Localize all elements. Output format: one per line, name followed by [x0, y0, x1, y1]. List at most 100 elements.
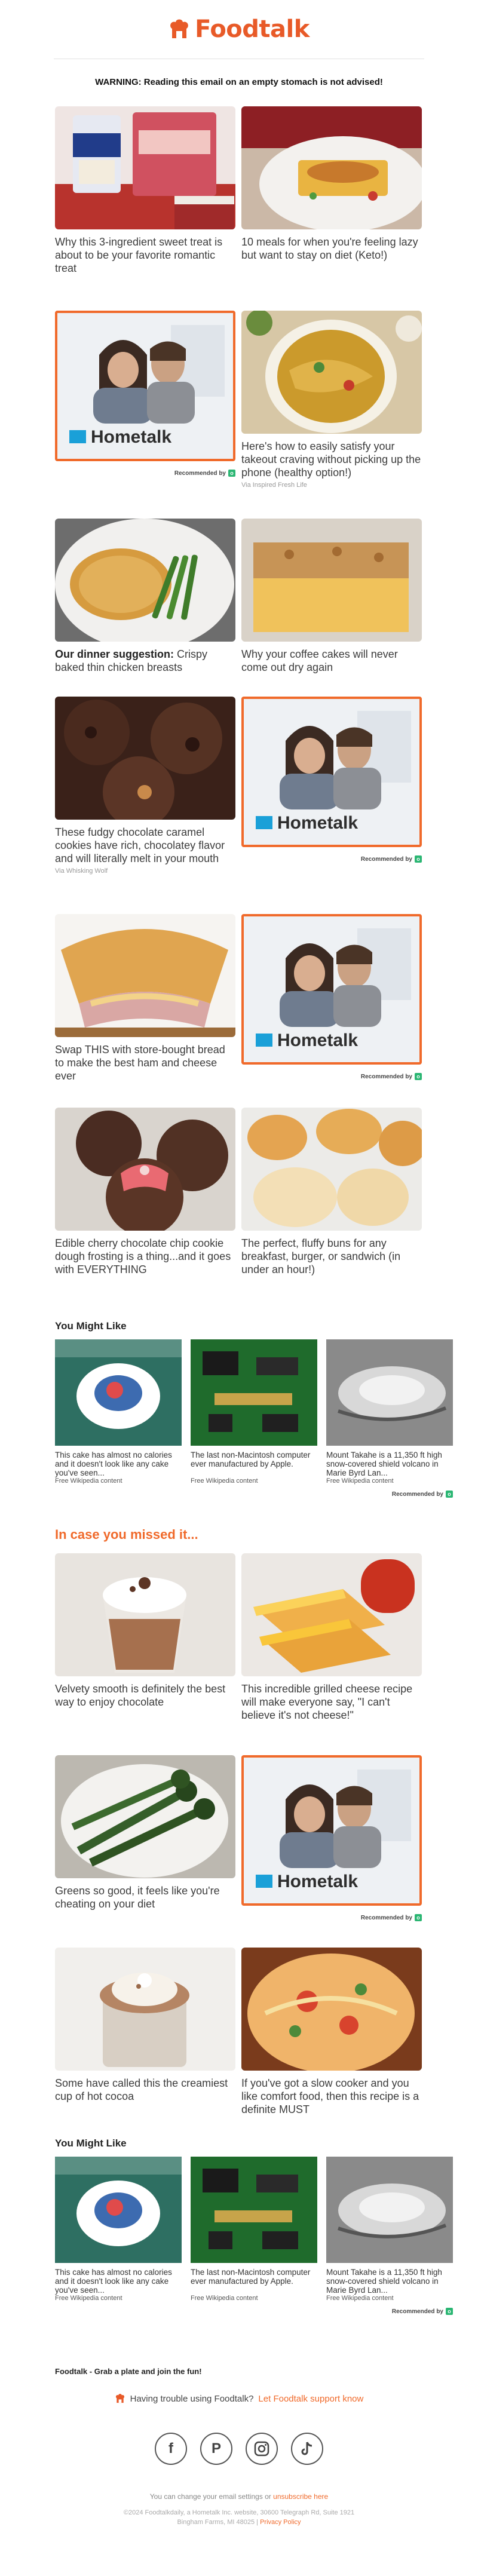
sponsored-image[interactable] — [55, 2157, 182, 2263]
missed-row-2: Greens so good, it feels like you're che… — [55, 1755, 422, 1921]
sponsored-source: Free Wikipedia content — [326, 2295, 394, 2302]
article-title[interactable]: Velvety smooth is definitely the best wa… — [55, 1682, 235, 1709]
hometalk-ad[interactable]: Hometalk Recommended by o — [241, 914, 422, 1082]
sponsored-image[interactable] — [326, 1339, 453, 1446]
sponsored-title[interactable]: This cake has almost no calories and it … — [55, 2268, 182, 2295]
article-image[interactable] — [55, 697, 235, 820]
you-might-like-title: You Might Like — [55, 1320, 127, 1332]
article-card[interactable]: Swap THIS with store-bought bread to mak… — [55, 914, 235, 1082]
article-card[interactable]: Some have called this the creamiest cup … — [55, 1948, 235, 2116]
article-image[interactable] — [55, 1948, 235, 2071]
sponsored-image[interactable] — [55, 1339, 182, 1446]
pinterest-icon[interactable]: P — [200, 2433, 232, 2465]
article-title[interactable]: Why your coffee cakes will never come ou… — [241, 648, 422, 674]
article-title[interactable]: Why this 3-ingredient sweet treat is abo… — [55, 235, 235, 275]
recommended-by[interactable]: Recommended by o — [241, 1073, 422, 1080]
header: Foodtalk — [0, 0, 478, 59]
hometalk-ad[interactable]: Hometalk Recommended by o — [241, 1755, 422, 1921]
article-row-1: Why this 3-ingredient sweet treat is abo… — [55, 106, 422, 275]
article-title[interactable]: 10 meals for when you're feeling lazy bu… — [241, 235, 422, 262]
facebook-icon[interactable]: f — [155, 2433, 187, 2465]
recommended-by[interactable]: Recommended by o — [241, 855, 422, 863]
sponsored-title[interactable]: The last non-Macintosh computer ever man… — [191, 2268, 317, 2295]
article-image[interactable] — [241, 311, 422, 434]
ad-image[interactable]: Hometalk — [241, 1755, 422, 1906]
missed-row-3: Some have called this the creamiest cup … — [55, 1948, 422, 2116]
article-image[interactable] — [241, 1948, 422, 2071]
sponsored-item[interactable]: Mount Takahe is a 11,350 ft high snow-co… — [326, 2157, 453, 2302]
recommended-by[interactable]: Recommended by o — [241, 1914, 422, 1921]
chef-hat-icon — [170, 19, 189, 38]
article-image[interactable] — [241, 1108, 422, 1231]
article-card[interactable]: Edible cherry chocolate chip cookie doug… — [55, 1108, 235, 1276]
chef-hat-icon — [115, 2394, 124, 2403]
email-settings-line: You can change your email settings or un… — [0, 2492, 478, 2501]
sponsored-item[interactable]: Mount Takahe is a 11,350 ft high snow-co… — [326, 1339, 453, 1485]
article-image[interactable] — [55, 1755, 235, 1878]
sponsored-title[interactable]: Mount Takahe is a 11,350 ft high snow-co… — [326, 1450, 453, 1477]
article-title[interactable]: If you've got a slow cooker and you like… — [241, 2077, 422, 2116]
sponsored-item[interactable]: This cake has almost no calories and it … — [55, 1339, 182, 1485]
article-row-4: These fudgy chocolate caramel cookies ha… — [55, 697, 422, 875]
hometalk-ad[interactable]: Hometalk Recommended by o — [241, 697, 422, 875]
article-card[interactable]: Greens so good, it feels like you're che… — [55, 1755, 235, 1921]
article-title[interactable]: Greens so good, it feels like you're che… — [55, 1884, 235, 1910]
recommended-by[interactable]: Recommended by o — [55, 470, 235, 477]
foodtalk-logo[interactable]: Foodtalk — [168, 16, 310, 43]
support-link[interactable]: Let Foodtalk support know — [258, 2394, 363, 2404]
article-image[interactable] — [55, 914, 235, 1037]
article-card[interactable]: If you've got a slow cooker and you like… — [241, 1948, 422, 2116]
article-image[interactable] — [55, 1108, 235, 1231]
article-row-2: Hometalk Recommended by o Here's how to e… — [55, 311, 422, 489]
sponsored-image[interactable] — [326, 2157, 453, 2263]
article-title[interactable]: The perfect, fluffy buns for any breakfa… — [241, 1237, 422, 1276]
article-card[interactable]: 10 meals for when you're feeling lazy bu… — [241, 106, 422, 275]
article-card[interactable]: Here's how to easily satisfy your takeou… — [241, 311, 422, 489]
sponsored-title[interactable]: This cake has almost no calories and it … — [55, 1450, 182, 1477]
address-text: Bingham Farms, MI 48025 — [177, 2519, 255, 2526]
outbrain-icon: o — [446, 1491, 453, 1498]
sponsored-image[interactable] — [191, 2157, 317, 2263]
article-image[interactable] — [55, 106, 235, 229]
article-title[interactable]: These fudgy chocolate caramel cookies ha… — [55, 826, 235, 865]
unsubscribe-link[interactable]: unsubscribe here — [273, 2492, 328, 2501]
article-title[interactable]: Some have called this the creamiest cup … — [55, 2077, 235, 2103]
article-title[interactable]: Swap THIS with store-bought bread to mak… — [55, 1043, 235, 1082]
hometalk-ad[interactable]: Hometalk Recommended by o — [55, 311, 235, 489]
article-title[interactable]: Edible cherry chocolate chip cookie doug… — [55, 1237, 235, 1276]
article-card[interactable]: The perfect, fluffy buns for any breakfa… — [241, 1108, 422, 1276]
sponsored-item[interactable]: This cake has almost no calories and it … — [55, 2157, 182, 2302]
sponsored-item[interactable]: The last non-Macintosh computer ever man… — [191, 1339, 317, 1485]
article-title[interactable]: Here's how to easily satisfy your takeou… — [241, 440, 422, 479]
article-title[interactable]: This incredible grilled cheese recipe wi… — [241, 1682, 422, 1722]
outbrain-icon: o — [415, 1914, 422, 1921]
ad-image[interactable]: Hometalk — [55, 311, 235, 461]
article-card[interactable]: These fudgy chocolate caramel cookies ha… — [55, 697, 235, 875]
ad-image[interactable]: Hometalk — [241, 914, 422, 1065]
article-image[interactable] — [55, 1553, 235, 1676]
article-source: Via Inspired Fresh Life — [241, 482, 307, 489]
article-card[interactable]: Velvety smooth is definitely the best wa… — [55, 1553, 235, 1722]
article-card[interactable]: Why your coffee cakes will never come ou… — [241, 519, 422, 674]
social-links: f P — [0, 2433, 478, 2465]
article-image[interactable] — [241, 106, 422, 229]
instagram-icon[interactable] — [246, 2433, 278, 2465]
sponsored-image[interactable] — [191, 1339, 317, 1446]
article-card[interactable]: Why this 3-ingredient sweet treat is abo… — [55, 106, 235, 275]
article-card[interactable]: Our dinner suggestion: Crispy baked thin… — [55, 519, 235, 674]
article-title[interactable]: Our dinner suggestion: Crispy baked thin… — [55, 648, 235, 674]
sponsored-title[interactable]: Mount Takahe is a 11,350 ft high snow-co… — [326, 2268, 453, 2295]
article-image[interactable] — [55, 519, 235, 642]
tiktok-icon[interactable] — [291, 2433, 323, 2465]
article-card[interactable]: This incredible grilled cheese recipe wi… — [241, 1553, 422, 1722]
recommended-by[interactable]: Recommended by o — [55, 2308, 453, 2315]
sponsored-title[interactable]: The last non-Macintosh computer ever man… — [191, 1450, 317, 1477]
article-image[interactable] — [241, 1553, 422, 1676]
ad-image[interactable]: Hometalk — [241, 697, 422, 847]
recommended-by[interactable]: Recommended by o — [55, 1491, 453, 1498]
article-image[interactable] — [241, 519, 422, 642]
privacy-link[interactable]: Privacy Policy — [260, 2519, 301, 2526]
sponsored-item[interactable]: The last non-Macintosh computer ever man… — [191, 2157, 317, 2302]
sponsored-source: Free Wikipedia content — [55, 2295, 122, 2302]
missed-section-title: In case you missed it... — [55, 1527, 198, 1542]
